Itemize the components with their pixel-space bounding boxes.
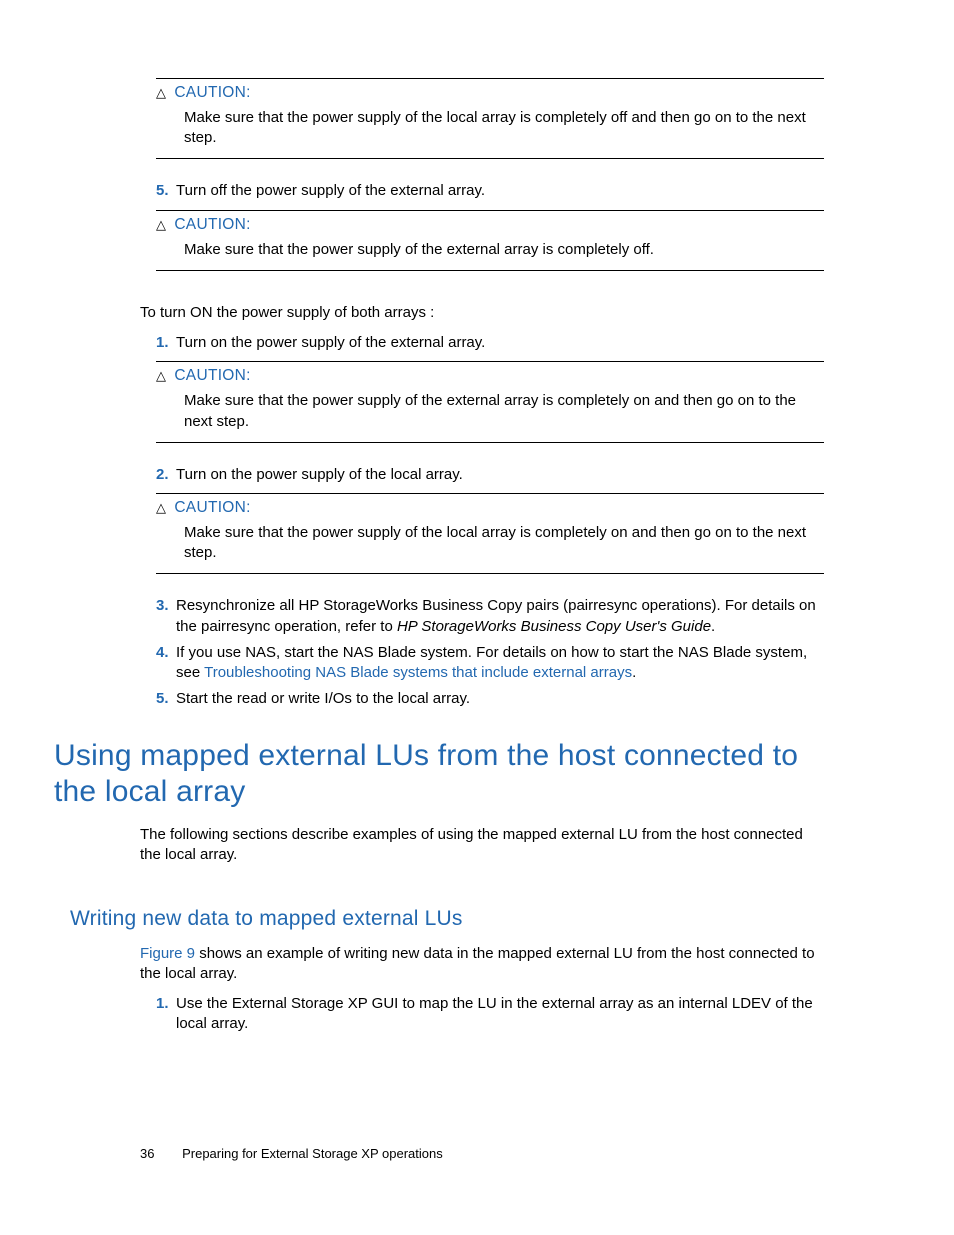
step-text: Start the read or write I/Os to the loca… bbox=[176, 689, 824, 709]
caution-heading: △ CAUTION: bbox=[156, 498, 824, 519]
italic-ref: HP StorageWorks Business Copy User's Gui… bbox=[397, 618, 711, 635]
caution-block-3: △ CAUTION: Make sure that the power supp… bbox=[156, 361, 824, 442]
step-number: 2. bbox=[156, 465, 176, 485]
step-text: Turn on the power supply of the external… bbox=[176, 333, 824, 353]
footer-title: Preparing for External Storage XP operat… bbox=[182, 1146, 443, 1161]
step-h2-1: 1. Use the External Storage XP GUI to ma… bbox=[156, 994, 824, 1035]
warning-icon: △ bbox=[156, 86, 166, 99]
divider bbox=[156, 78, 824, 79]
step-on-4: 4. If you use NAS, start the NAS Blade s… bbox=[156, 643, 824, 684]
h2-paragraph: Figure 9 shows an example of writing new… bbox=[140, 944, 824, 985]
step-number: 5. bbox=[156, 181, 176, 201]
divider bbox=[156, 493, 824, 494]
caution-heading: △ CAUTION: bbox=[156, 215, 824, 236]
document-page: △ CAUTION: Make sure that the power supp… bbox=[0, 0, 954, 1235]
warning-icon: △ bbox=[156, 369, 166, 382]
text-run: shows an example of writing new data in … bbox=[140, 945, 815, 982]
step-number: 5. bbox=[156, 689, 176, 709]
step-off-5: 5. Turn off the power supply of the exte… bbox=[156, 181, 824, 201]
warning-icon: △ bbox=[156, 501, 166, 514]
caution-block-2: △ CAUTION: Make sure that the power supp… bbox=[156, 210, 824, 271]
figure-link[interactable]: Figure 9 bbox=[140, 945, 195, 962]
step-number: 3. bbox=[156, 596, 176, 637]
step-text: Resynchronize all HP StorageWorks Busine… bbox=[176, 596, 824, 637]
divider bbox=[156, 361, 824, 362]
caution-label: CAUTION: bbox=[174, 83, 250, 104]
text-run: . bbox=[711, 618, 715, 635]
caution-body: Make sure that the power supply of the l… bbox=[156, 104, 824, 157]
text-run: . bbox=[632, 664, 636, 681]
warning-icon: △ bbox=[156, 218, 166, 231]
step-text: If you use NAS, start the NAS Blade syst… bbox=[176, 643, 824, 684]
caution-body: Make sure that the power supply of the l… bbox=[156, 519, 824, 572]
page-number: 36 bbox=[140, 1146, 154, 1161]
step-number: 4. bbox=[156, 643, 176, 684]
section-intro: The following sections describe examples… bbox=[140, 825, 824, 866]
divider bbox=[156, 270, 824, 271]
divider bbox=[156, 210, 824, 211]
divider bbox=[156, 573, 824, 574]
step-text: Turn off the power supply of the externa… bbox=[176, 181, 824, 201]
caution-body: Make sure that the power supply of the e… bbox=[156, 387, 824, 440]
divider bbox=[156, 158, 824, 159]
caution-label: CAUTION: bbox=[174, 215, 250, 236]
caution-label: CAUTION: bbox=[174, 498, 250, 519]
step-number: 1. bbox=[156, 994, 176, 1035]
caution-block-1: △ CAUTION: Make sure that the power supp… bbox=[156, 78, 824, 159]
section-heading-h2: Writing new data to mapped external LUs bbox=[70, 905, 824, 933]
caution-heading: △ CAUTION: bbox=[156, 83, 824, 104]
caution-label: CAUTION: bbox=[174, 366, 250, 387]
step-on-3: 3. Resynchronize all HP StorageWorks Bus… bbox=[156, 596, 824, 637]
divider bbox=[156, 442, 824, 443]
turn-on-intro: To turn ON the power supply of both arra… bbox=[140, 303, 824, 323]
step-on-1: 1. Turn on the power supply of the exter… bbox=[156, 333, 824, 353]
step-text: Turn on the power supply of the local ar… bbox=[176, 465, 824, 485]
section-heading-h1: Using mapped external LUs from the host … bbox=[54, 738, 824, 811]
caution-heading: △ CAUTION: bbox=[156, 366, 824, 387]
caution-block-4: △ CAUTION: Make sure that the power supp… bbox=[156, 493, 824, 574]
caution-body: Make sure that the power supply of the e… bbox=[156, 236, 824, 268]
troubleshooting-link[interactable]: Troubleshooting NAS Blade systems that i… bbox=[204, 664, 632, 681]
step-on-2: 2. Turn on the power supply of the local… bbox=[156, 465, 824, 485]
step-text: Use the External Storage XP GUI to map t… bbox=[176, 994, 824, 1035]
step-number: 1. bbox=[156, 333, 176, 353]
step-on-5: 5. Start the read or write I/Os to the l… bbox=[156, 689, 824, 709]
page-footer: 36 Preparing for External Storage XP ope… bbox=[140, 1145, 443, 1163]
